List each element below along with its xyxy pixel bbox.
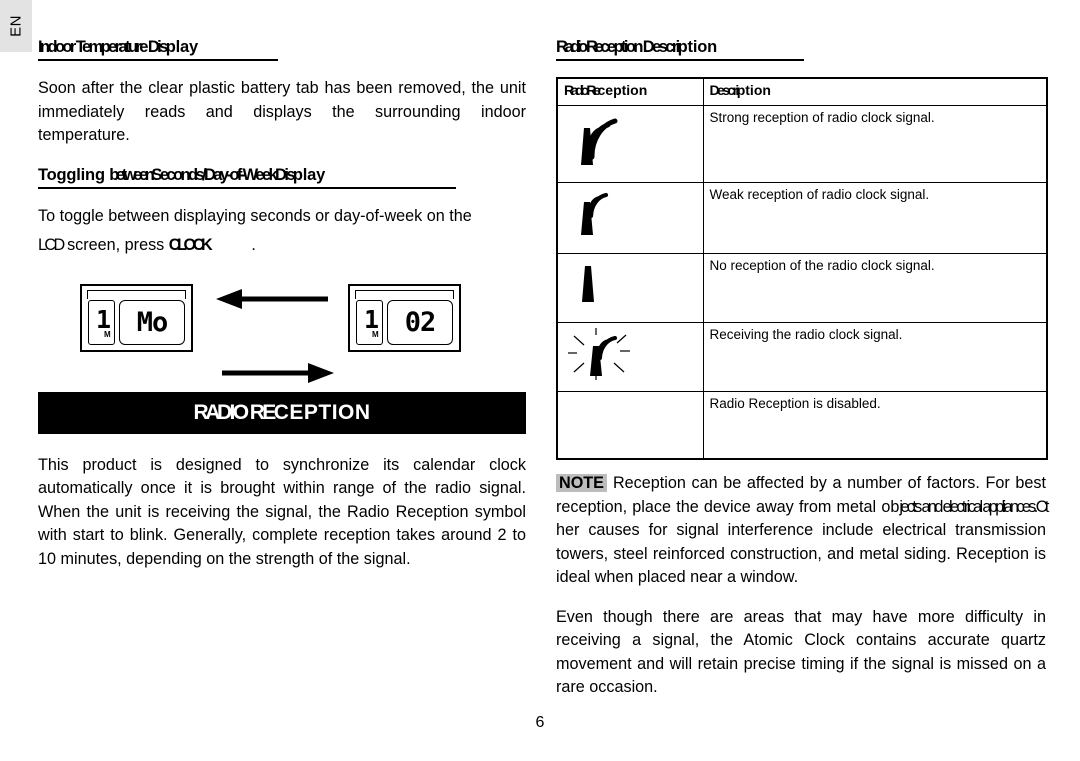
lcd-illustration-row: 1 M Mo 1 M 02 (38, 280, 526, 383)
banner-part2: DIO RE (216, 400, 276, 424)
table-header-description: Description (702, 77, 1048, 106)
lcd-top-bar (87, 289, 186, 299)
table-row: Receiving the radio clock signal. (556, 322, 1048, 392)
heading-desc-part4: ption (677, 38, 718, 56)
heading-indoor-part3: play (165, 38, 198, 56)
banner-part3: CEPTION (273, 400, 371, 424)
antenna-strong-icon (581, 118, 618, 165)
note-badge: NOTE (556, 474, 607, 492)
note-text-d: her causes for signal interference inclu… (556, 521, 1046, 586)
paragraph-quartz-movement: Even though there are areas that may hav… (556, 607, 1046, 697)
lcd-left-main-cell: Mo (119, 299, 185, 345)
heading-radio-reception-description: Radio Reception Description (556, 38, 804, 61)
cell-description: No reception of the radio clock signal. (702, 253, 1048, 323)
cell-icon-weak (556, 182, 704, 254)
lcd-left-small-cell: 1 M (88, 299, 115, 345)
cell-description: Strong reception of radio clock signal. (702, 105, 1048, 183)
cell-icon-strong (556, 105, 704, 183)
paragraph-toggle-line2: LCD screen, press CLOCK. (38, 234, 526, 258)
lcd-right-digit: 1 (364, 304, 380, 334)
table-row: Strong reception of radio clock signal. (556, 105, 1048, 183)
heading-toggling-part8: play (292, 165, 326, 184)
language-tab-label: EN (7, 15, 25, 37)
paragraph-indoor-temperature: Soon after the clear plastic battery tab… (38, 79, 526, 144)
note-text-c: Ot (1035, 497, 1050, 516)
th-col2-part2: ption (736, 82, 771, 98)
cell-icon-none (556, 253, 704, 323)
right-column: Radio Reception Description Radio Recept… (556, 38, 1050, 718)
th-col1-part3: ception (597, 82, 648, 98)
heading-desc-part3: ception Descri (600, 38, 680, 56)
language-tab: EN (0, 0, 32, 52)
cell-icon-receiving (556, 322, 704, 392)
heading-toggling-part2: between (109, 165, 155, 184)
lcd-right-subscript: M (372, 329, 379, 339)
lcd-left-value: Mo (136, 306, 169, 338)
note-text-b: jects and electrical appliances. (899, 497, 1038, 516)
lcd-right-value: 02 (404, 306, 437, 338)
table-row: No reception of the radio clock signal. (556, 253, 1048, 323)
paragraph-radio-reception: This product is designed to synchronize … (38, 455, 526, 568)
heading-toggling-part3: Seconds (151, 165, 204, 184)
lcd-left-digit: 1 (96, 304, 112, 334)
table-row: Radio Reception is disabled. (556, 391, 1048, 460)
heading-desc-part2: dio Re (570, 38, 603, 56)
antenna-none-icon (582, 266, 594, 302)
toggle-arrows-group (216, 286, 334, 383)
clock-button-label[interactable]: CLOCK (169, 234, 213, 258)
cell-icon-disabled-empty (556, 391, 704, 460)
heading-desc-part1: Ra (556, 38, 574, 56)
heading-indoor-temperature-display: Indoor Temperature Display (38, 38, 278, 61)
th-col2-part1: Descri (709, 82, 740, 98)
radio-reception-table: Radio Reception Description Strong recep… (556, 77, 1048, 460)
lcd-top-bar (355, 289, 454, 299)
cell-description: Radio Reception is disabled. (702, 391, 1048, 460)
table-header-row: Radio Reception Description (556, 77, 1048, 106)
toggle-lcd-word: LCD (38, 236, 65, 254)
th-col1-part2: dio Re (575, 82, 601, 98)
toggle-screen-press-text: screen, press (62, 236, 169, 254)
heading-toggling-part4: /Day (202, 165, 229, 184)
heading-toggling-part6: Week (242, 165, 278, 184)
page-number: 6 (535, 714, 545, 731)
arrow-right-icon (222, 362, 334, 383)
table-row: Weak reception of radio clock signal. (556, 182, 1048, 254)
lcd-display-dayofweek: 1 M Mo (80, 283, 193, 352)
lcd-right-main-cell: 02 (387, 299, 453, 345)
paragraph-toggle-line1: To toggle between displaying seconds or … (38, 206, 472, 225)
heading-toggling-part5: -of- (226, 165, 245, 184)
banner-part1: RA (193, 400, 220, 424)
left-column: Indoor Temperature Display Soon after th… (38, 38, 526, 571)
arrow-left-icon (216, 288, 328, 309)
heading-indoor-part2: perature Dis (100, 38, 169, 56)
heading-toggling-part1: Toggling (38, 165, 110, 184)
cell-description: Receiving the radio clock signal. (702, 322, 1048, 392)
th-col1-part1: Ra (564, 82, 579, 98)
antenna-weak-icon (581, 192, 609, 235)
heading-toggling-part7: Dis (275, 165, 295, 184)
lcd-right-small-cell: 1 M (356, 299, 383, 345)
heading-toggling-seconds-dayofweek: Toggling between Seconds/Day-of-Week Dis… (38, 166, 456, 189)
table-header-radio-reception: Radio Reception (556, 77, 704, 106)
heading-indoor-part1: Indoor Tem (38, 38, 103, 56)
note-block: NOTE Reception can be affected by a numbe… (556, 472, 1050, 590)
lcd-left-subscript: M (104, 329, 111, 339)
lcd-display-seconds: 1 M 02 (348, 283, 461, 352)
cell-description: Weak reception of radio clock signal. (702, 182, 1048, 254)
antenna-blinking-icon (568, 328, 630, 380)
toggle-period: . (251, 236, 256, 254)
